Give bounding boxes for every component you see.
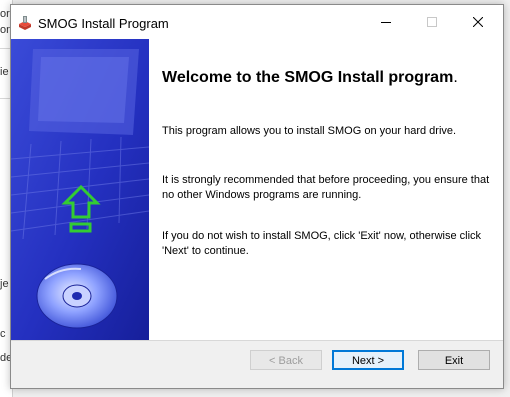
- footer-divider: [11, 340, 503, 341]
- window-title: SMOG Install Program: [38, 16, 169, 31]
- side-banner-image: [11, 39, 149, 340]
- back-button[interactable]: < Back: [250, 350, 322, 370]
- instructions-paragraph: If you do not wish to install SMOG, clic…: [162, 230, 482, 257]
- next-button[interactable]: Next >: [332, 350, 404, 370]
- exit-button[interactable]: Exit: [418, 350, 490, 370]
- title-bar[interactable]: SMOG Install Program: [11, 5, 503, 39]
- close-icon: [473, 17, 483, 27]
- minimize-button[interactable]: [363, 5, 409, 39]
- welcome-heading: Welcome to the SMOG Install program.: [162, 69, 458, 87]
- maximize-icon: [427, 17, 437, 27]
- background-text-5: c: [0, 328, 6, 340]
- intro-paragraph: This program allows you to install SMOG …: [162, 125, 457, 137]
- background-text-1: or: [0, 8, 10, 20]
- cd-disc-icon: [36, 263, 118, 329]
- background-text-4: je: [0, 278, 9, 290]
- recommendation-paragraph: It is strongly recommended that before p…: [162, 174, 490, 201]
- installer-icon: [17, 15, 33, 31]
- close-button[interactable]: [455, 5, 501, 39]
- wizard-content: Welcome to the SMOG Install program. Thi…: [11, 39, 503, 340]
- installer-window: SMOG Install Program Welcome to the SMOG…: [10, 4, 504, 389]
- welcome-heading-text: Welcome to the SMOG Install program: [162, 69, 454, 86]
- welcome-heading-dot: .: [453, 69, 458, 86]
- background-text-3: ie: [0, 66, 9, 78]
- maximize-button[interactable]: [409, 5, 455, 39]
- minimize-icon: [381, 22, 391, 23]
